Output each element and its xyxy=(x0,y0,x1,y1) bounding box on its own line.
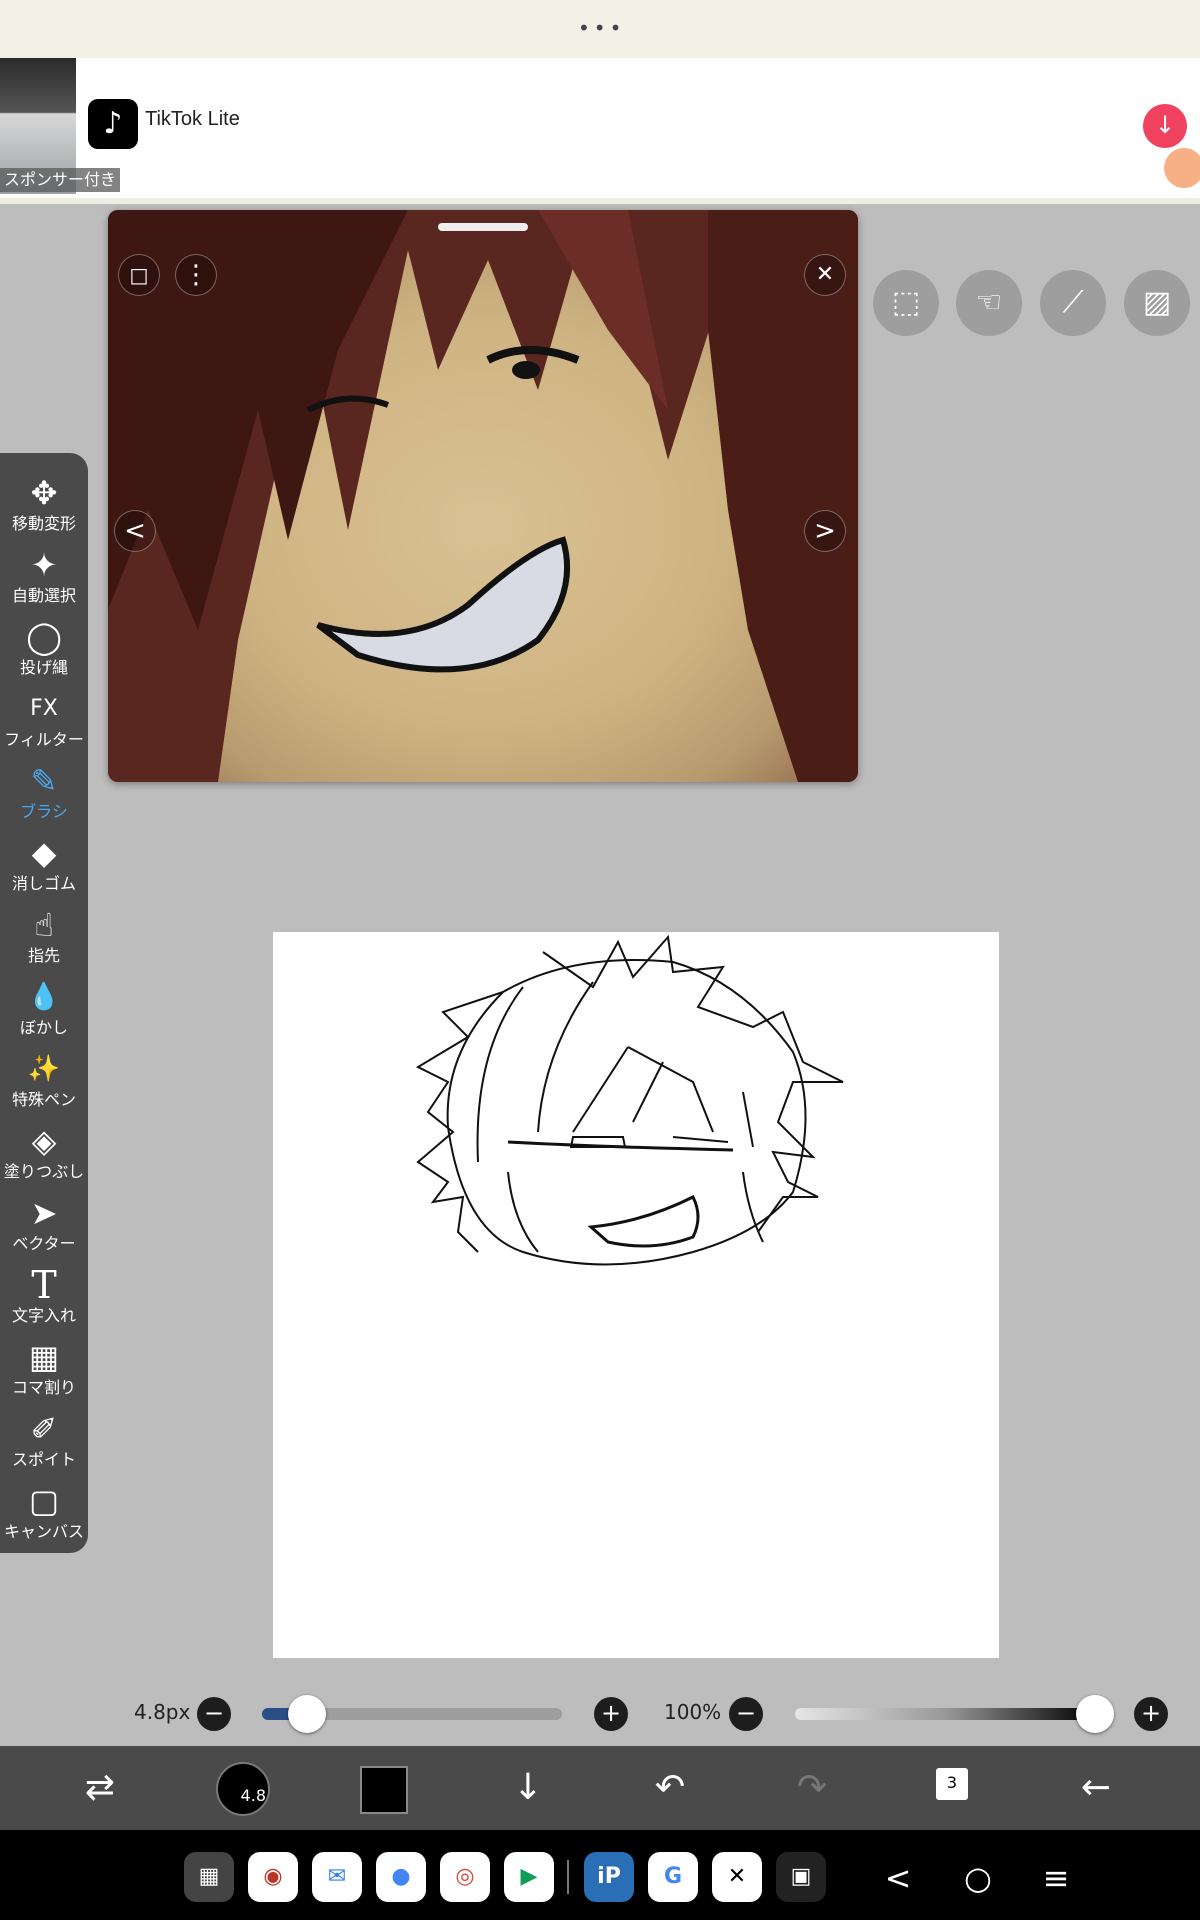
nav-back-icon[interactable]: < xyxy=(868,1848,928,1908)
system-nav-bar: ▦ ◉ ✉ ● ◎ ▶ iP G ✕ ▣ < ○ ≡ xyxy=(0,1830,1200,1920)
text-icon: T xyxy=(31,1263,57,1307)
tool-eyedropper[interactable]: ✐ スポイト xyxy=(0,1409,88,1481)
color-swatch[interactable] xyxy=(360,1766,408,1814)
qr-scanner-icon[interactable]: ▣ xyxy=(776,1852,826,1902)
tool-vector[interactable]: ➤ ベクター xyxy=(0,1193,88,1265)
down-arrow-icon[interactable]: ↓ xyxy=(480,1746,576,1830)
lasso-icon: ◯ xyxy=(26,618,62,656)
brush-size-label: 4.8px xyxy=(134,1700,191,1724)
tiktok-logo-icon: ♪ xyxy=(88,99,138,149)
eyedropper-icon: ✐ xyxy=(30,1410,58,1448)
nav-recents-icon[interactable]: ≡ xyxy=(1026,1848,1086,1908)
opacity-slider-handle[interactable] xyxy=(1076,1695,1114,1733)
more-menu-icon[interactable]: ⋮ xyxy=(175,254,217,296)
finger-icon: ☝ xyxy=(34,906,54,944)
chevron-right-icon[interactable]: > xyxy=(804,510,846,552)
tool-brush[interactable]: ✎ ブラシ xyxy=(0,761,88,833)
tool-lasso[interactable]: ◯ 投げ縄 xyxy=(0,617,88,689)
google-app-icon[interactable]: G xyxy=(648,1852,698,1902)
tool-magic-wand[interactable]: ✦ 自動選択 xyxy=(0,545,88,617)
dock-separator xyxy=(567,1860,569,1894)
sketch-drawing xyxy=(415,934,844,1266)
tool-blur[interactable]: 💧 ぼかし xyxy=(0,977,88,1049)
ad-app-name[interactable]: TikTok Lite xyxy=(145,108,240,131)
app-grid-icon[interactable]: ▦ xyxy=(184,1852,234,1902)
opacity-decrease-button[interactable]: − xyxy=(729,1697,763,1731)
brush-icon: ✎ xyxy=(30,762,58,800)
download-icon[interactable]: ↓ xyxy=(1143,104,1187,148)
bucket-icon: ◈ xyxy=(31,1122,57,1160)
fx-icon: FX xyxy=(30,696,58,721)
tool-fill[interactable]: ◈ 塗りつぶし xyxy=(0,1121,88,1193)
left-toolbar: ✥ 移動変形 ✦ 自動選択 ◯ 投げ縄 FX フィルター ✎ ブラシ ◆ 消しゴム ☝ 指先 … xyxy=(0,453,88,1553)
hand-icon[interactable]: ☜ xyxy=(956,270,1022,336)
pointer-icon: ➤ xyxy=(30,1194,58,1232)
messages-app-icon[interactable]: ✉ xyxy=(312,1852,362,1902)
floating-camera-icon[interactable] xyxy=(1164,148,1200,188)
sparkle-pen-icon: ✨ xyxy=(27,1054,61,1084)
ruler-icon[interactable]: ⟋ xyxy=(1040,270,1106,336)
size-increase-button[interactable]: + xyxy=(594,1697,628,1731)
tool-filter[interactable]: FX フィルター xyxy=(0,689,88,761)
opacity-track[interactable] xyxy=(795,1708,1095,1720)
tool-frame-divider[interactable]: ▦ コマ割り xyxy=(0,1337,88,1409)
assistant-app-icon[interactable]: ● xyxy=(376,1852,426,1902)
undo-icon[interactable]: ↶ xyxy=(622,1746,718,1830)
capcut-app-icon[interactable]: ✕ xyxy=(712,1852,762,1902)
tool-transform[interactable]: ✥ 移動変形 xyxy=(0,473,88,545)
tool-canvas[interactable]: ▢ キャンバス xyxy=(0,1481,88,1553)
layers-button[interactable]: 3 xyxy=(936,1768,968,1800)
opacity-increase-button[interactable]: + xyxy=(1134,1697,1168,1731)
panel-divider-icon: ▦ xyxy=(28,1338,60,1376)
redo-icon[interactable]: ↷ xyxy=(764,1746,860,1830)
magic-wand-icon: ✦ xyxy=(30,546,58,584)
canvas-icon: ▢ xyxy=(28,1482,60,1520)
tool-special-pen[interactable]: ✨ 特殊ペン xyxy=(0,1049,88,1121)
reference-image xyxy=(108,210,858,782)
more-dots-icon[interactable]: ••• xyxy=(578,16,625,40)
droplet-icon: 💧 xyxy=(27,982,61,1012)
camera-app-icon[interactable]: ◉ xyxy=(248,1852,298,1902)
brush-size-slider-handle[interactable] xyxy=(288,1695,326,1733)
frame-toggle-icon[interactable]: □ xyxy=(118,254,160,296)
size-decrease-button[interactable]: − xyxy=(197,1697,231,1731)
swap-brush-eraser-icon[interactable]: ⇄ xyxy=(52,1746,148,1830)
drawing-canvas[interactable] xyxy=(273,932,999,1658)
back-arrow-icon[interactable]: ← xyxy=(1048,1746,1144,1830)
bottom-toolbar: ⇄ 4.8 ↓ ↶ ↷ 3 ← xyxy=(0,1746,1200,1830)
ad-banner[interactable]: スポンサー付き ♪ TikTok Lite ↓ xyxy=(0,58,1200,204)
move-icon: ✥ xyxy=(30,474,58,512)
chrome-app-icon[interactable]: ◎ xyxy=(440,1852,490,1902)
tool-text[interactable]: T 文字入れ xyxy=(0,1265,88,1337)
nav-home-icon[interactable]: ○ xyxy=(948,1848,1008,1908)
close-icon[interactable]: ✕ xyxy=(804,254,846,296)
selection-icon[interactable]: ⬚ xyxy=(873,270,939,336)
chevron-left-icon[interactable]: < xyxy=(114,510,156,552)
sponsor-label: スポンサー付き xyxy=(0,168,121,192)
opacity-label: 100% xyxy=(664,1700,722,1724)
tool-eraser[interactable]: ◆ 消しゴム xyxy=(0,833,88,905)
ibispaint-app-icon[interactable]: iP xyxy=(584,1852,634,1902)
tool-smudge[interactable]: ☝ 指先 xyxy=(0,905,88,977)
eraser-icon: ◆ xyxy=(31,834,57,872)
status-bar: ••• xyxy=(0,0,1200,58)
image-icon[interactable]: ▨ xyxy=(1124,270,1190,336)
brush-preview[interactable]: 4.8 xyxy=(216,1762,270,1816)
reference-image-window[interactable]: □ ⋮ ✕ < > xyxy=(108,210,858,782)
play-store-icon[interactable]: ▶ xyxy=(504,1852,554,1902)
window-drag-handle[interactable] xyxy=(438,223,528,231)
